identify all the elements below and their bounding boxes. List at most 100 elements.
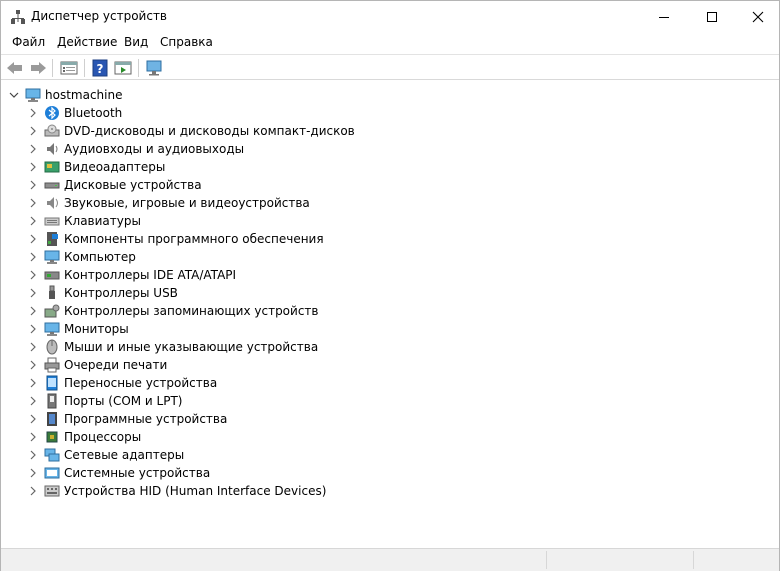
device-tree[interactable]: hostmachine Bluetooth DVD-дисководы и дис… (1, 81, 779, 547)
scan-hardware-icon[interactable] (144, 58, 164, 78)
svg-text:?: ? (97, 62, 104, 76)
keyboard-icon (44, 217, 60, 226)
chevron-right-icon[interactable] (28, 342, 38, 352)
status-panel (546, 551, 692, 569)
tree-category-item[interactable]: Системные устройства (28, 464, 210, 482)
chevron-right-icon[interactable] (28, 180, 38, 190)
tree-category-label: Bluetooth (64, 106, 123, 120)
port-icon (47, 393, 57, 409)
chevron-right-icon[interactable] (28, 288, 38, 298)
printer-icon (44, 357, 60, 373)
tree-category-label: Звуковые, игровые и видеоустройства (64, 196, 310, 210)
tree-category-item[interactable]: Устройства HID (Human Interface Devices) (28, 482, 326, 500)
tree-category-item[interactable]: Контроллеры запоминающих устройств (28, 302, 318, 320)
chevron-down-icon[interactable] (9, 90, 19, 100)
menu-bar: Файл Действие Вид Справка (1, 32, 779, 53)
tree-category-item[interactable]: Программные устройства (28, 410, 227, 428)
chevron-right-icon[interactable] (28, 432, 38, 442)
tree-category-label: Контроллеры IDE ATA/ATAPI (64, 268, 237, 282)
sound-icon (47, 197, 58, 209)
tree-category-label: Контроллеры USB (64, 286, 178, 300)
chevron-right-icon[interactable] (28, 198, 38, 208)
chevron-right-icon[interactable] (28, 270, 38, 280)
software-device-icon (47, 412, 57, 426)
tree-category-item[interactable]: Аудиовходы и аудиовыходы (28, 140, 244, 158)
usb-icon (49, 285, 55, 299)
chevron-right-icon[interactable] (28, 126, 38, 136)
chevron-right-icon[interactable] (28, 360, 38, 370)
chevron-right-icon[interactable] (28, 486, 38, 496)
menu-action[interactable]: Действие (57, 35, 117, 49)
menu-view[interactable]: Вид (124, 35, 148, 49)
toolbar-separator (138, 59, 139, 77)
chevron-right-icon[interactable] (28, 414, 38, 424)
tree-category-item[interactable]: Видеоадаптеры (28, 158, 165, 176)
ide-controller-icon (44, 271, 60, 280)
system-device-icon (44, 467, 60, 479)
chevron-right-icon[interactable] (28, 162, 38, 172)
toolbar-separator (84, 59, 85, 77)
chevron-right-icon[interactable] (28, 468, 38, 478)
chevron-right-icon[interactable] (28, 450, 38, 460)
forward-icon[interactable] (28, 58, 48, 78)
monitor-icon (44, 322, 60, 336)
tree-category-item[interactable]: Компьютер (28, 248, 136, 266)
tree-category-label: Клавиатуры (64, 214, 141, 228)
chevron-right-icon[interactable] (28, 144, 38, 154)
title-bar[interactable]: Диспетчер устройств (1, 1, 779, 32)
tree-category-label: Программные устройства (64, 412, 228, 426)
tree-category-label: Процессоры (64, 430, 142, 444)
chevron-right-icon[interactable] (28, 378, 38, 388)
tree-category-item[interactable]: Bluetooth (28, 104, 122, 122)
chevron-right-icon[interactable] (28, 396, 38, 406)
menu-file[interactable]: Файл (12, 35, 45, 49)
tree-category-label: Сетевые адаптеры (64, 448, 185, 462)
properties-icon[interactable] (59, 58, 79, 78)
chevron-right-icon[interactable] (28, 234, 38, 244)
help-icon[interactable]: ? (90, 58, 110, 78)
tree-category-item[interactable]: Контроллеры IDE ATA/ATAPI (28, 266, 236, 284)
chevron-right-icon[interactable] (28, 108, 38, 118)
minimize-button[interactable] (641, 1, 687, 32)
maximize-button[interactable] (689, 1, 735, 32)
tree-category-item[interactable]: Дисковые устройства (28, 176, 202, 194)
tree-category-item[interactable]: Мыши и иные указывающие устройства (28, 338, 318, 356)
chevron-right-icon[interactable] (28, 216, 38, 226)
chevron-right-icon[interactable] (28, 324, 38, 334)
tree-category-item[interactable]: Контроллеры USB (28, 284, 178, 302)
tree-category-item[interactable]: Процессоры (28, 428, 141, 446)
tree-category-item[interactable]: Переносные устройства (28, 374, 217, 392)
tree-category-item[interactable]: DVD-дисководы и дисководы компакт-дисков (28, 122, 355, 140)
tree-category-label: Аудиовходы и аудиовыходы (64, 142, 245, 156)
tree-root[interactable]: hostmachine (9, 86, 122, 104)
dvd-drive-icon (44, 124, 60, 137)
close-button[interactable] (735, 1, 781, 32)
computer-icon (25, 88, 41, 102)
back-icon[interactable] (5, 58, 25, 78)
storage-controller-icon (44, 304, 60, 318)
tree-category-label: Мониторы (64, 322, 129, 336)
tree-category-label: DVD-дисководы и дисководы компакт-дисков (64, 124, 355, 138)
display-adapter-icon (44, 161, 60, 173)
tree-category-item[interactable]: Мониторы (28, 320, 129, 338)
menu-help[interactable]: Справка (160, 35, 213, 49)
tree-category-label: Компоненты программного обеспечения (64, 232, 324, 246)
tree-category-item[interactable]: Сетевые адаптеры (28, 446, 184, 464)
tree-category-item[interactable]: Очереди печати (28, 356, 167, 374)
close-icon (752, 11, 764, 22)
chevron-right-icon[interactable] (28, 306, 38, 316)
tree-category-label: Компьютер (64, 250, 136, 264)
tree-category-item[interactable]: Порты (COM и LPT) (28, 392, 182, 410)
tree-category-label: Системные устройства (64, 466, 211, 480)
tree-category-item[interactable]: Компоненты программного обеспечения (28, 230, 324, 248)
tree-category-label: Контроллеры запоминающих устройств (64, 304, 319, 318)
action-icon[interactable] (113, 58, 133, 78)
tree-category-item[interactable]: Звуковые, игровые и видеоустройства (28, 194, 310, 212)
status-bar (1, 548, 779, 571)
disk-drive-icon (44, 182, 60, 189)
tree-category-label: Очереди печати (64, 358, 168, 372)
window-title: Диспетчер устройств (31, 9, 168, 23)
tree-category-label: Дисковые устройства (64, 178, 202, 192)
tree-category-item[interactable]: Клавиатуры (28, 212, 141, 230)
chevron-right-icon[interactable] (28, 252, 38, 262)
